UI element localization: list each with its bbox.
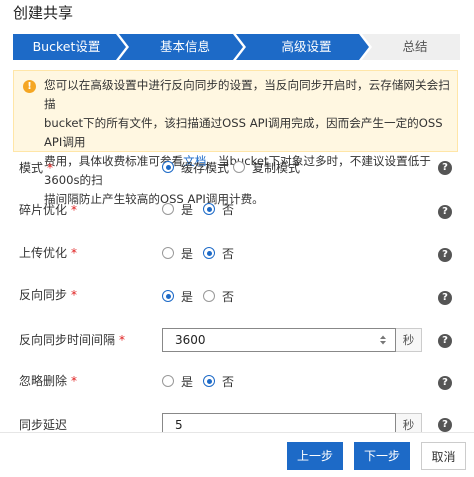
radio-button[interactable] — [162, 161, 174, 173]
sync-interval-input[interactable]: 3600 — [162, 328, 396, 352]
radio-button[interactable] — [203, 247, 215, 259]
notice-text: 您可以在高级设置中进行反向同步的设置，当反向同步开启时，云存储网关会扫描 buc… — [44, 76, 451, 209]
radio-button[interactable] — [203, 203, 215, 215]
ignore-delete-label: 忽略删除 * — [19, 374, 78, 388]
upload-row: 上传优化 * 是 否 ? — [0, 243, 474, 263]
step-label: Bucket设置 — [32, 39, 101, 54]
next-button[interactable]: 下一步 — [354, 442, 410, 470]
dialog-title: 创建共享 — [13, 4, 74, 22]
help-icon[interactable]: ? — [438, 205, 452, 219]
dialog-footer: 上一步 下一步 取消 — [0, 432, 474, 477]
step-label: 高级设置 — [281, 39, 332, 54]
mode-label: 模式 * — [19, 161, 54, 175]
sync-interval-row: 反向同步时间间隔 * 3600 秒 ? — [0, 328, 474, 352]
cancel-button[interactable]: 取消 — [421, 442, 466, 470]
step-basic-info: 基本信息 — [119, 34, 243, 60]
radio-button[interactable] — [162, 247, 174, 259]
notice-line: 您可以在高级设置中进行反向同步的设置，当反向同步开启时，云存储网关会扫描 — [44, 78, 450, 111]
notice-line: bucket下的所有文件，该扫描通过OSS API调用完成，因而会产生一定的OS… — [44, 116, 443, 149]
reverse-sync-label: 反向同步 * — [19, 288, 78, 302]
prev-button[interactable]: 上一步 — [287, 442, 343, 470]
reverse-sync-row: 反向同步 * 是 否 ? — [0, 285, 474, 305]
step-label: 总结 — [402, 39, 428, 54]
radio-button[interactable] — [162, 375, 174, 387]
number-spinner-icon[interactable] — [379, 334, 387, 346]
help-icon[interactable]: ? — [438, 376, 452, 390]
mode-row: 模式 * 缓存模式 复制模式 ? — [0, 158, 474, 178]
wizard-steps: Bucket设置 基本信息 高级设置 总结 — [13, 34, 460, 60]
fragment-row: 碎片优化 * 是 否 ? — [0, 200, 474, 220]
step-label: 基本信息 — [159, 39, 210, 54]
sync-interval-unit: 秒 — [396, 328, 422, 352]
help-icon[interactable]: ? — [438, 334, 452, 348]
help-icon[interactable]: ? — [438, 291, 452, 305]
fragment-label: 碎片优化 * — [19, 203, 78, 217]
help-icon[interactable]: ? — [438, 161, 452, 175]
radio-button[interactable] — [162, 203, 174, 215]
radio-button[interactable] — [203, 375, 215, 387]
ignore-delete-row: 忽略删除 * 是 否 ? — [0, 371, 474, 391]
step-advanced-settings: 高级设置 — [236, 34, 369, 60]
radio-button[interactable] — [233, 161, 245, 173]
notice-banner: ! 您可以在高级设置中进行反向同步的设置，当反向同步开启时，云存储网关会扫描 b… — [13, 70, 458, 206]
sync-interval-label: 反向同步时间间隔 * — [19, 333, 126, 347]
help-icon[interactable]: ? — [438, 248, 452, 262]
step-summary: 总结 — [362, 34, 460, 60]
radio-button[interactable] — [162, 290, 174, 302]
step-bucket-settings: Bucket设置 — [13, 34, 126, 60]
help-icon[interactable]: ? — [438, 418, 452, 432]
warning-icon: ! — [23, 80, 36, 93]
upload-label: 上传优化 * — [19, 246, 78, 260]
radio-button[interactable] — [203, 290, 215, 302]
sync-interval-value: 3600 — [175, 333, 206, 347]
